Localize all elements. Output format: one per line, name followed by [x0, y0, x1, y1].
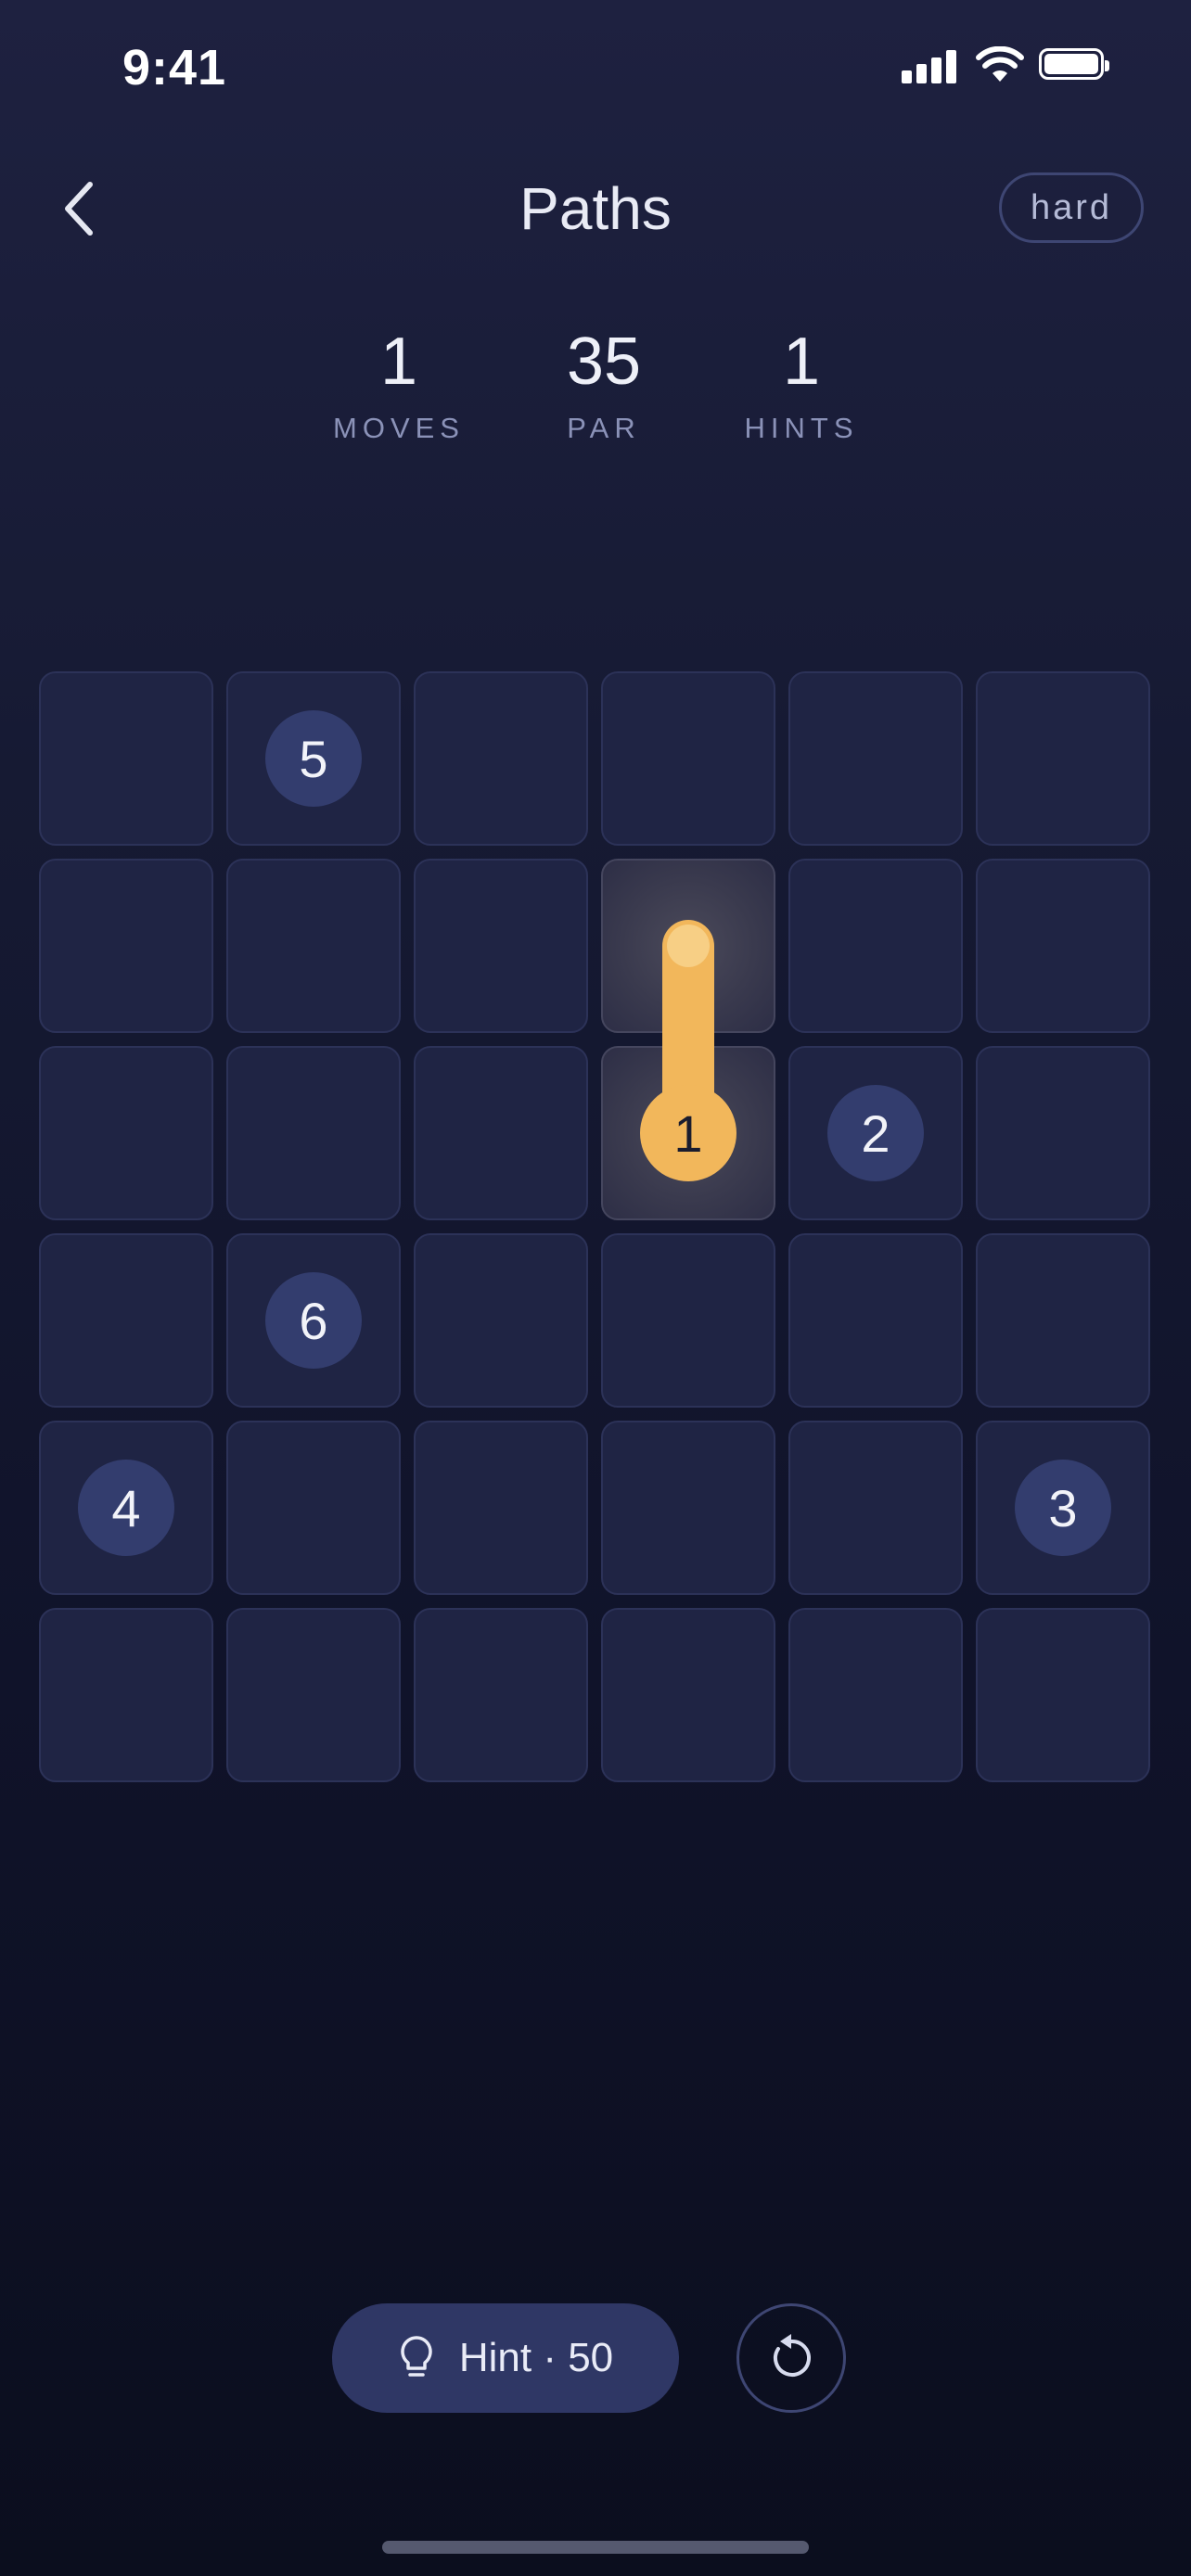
moves-value: 1	[379, 325, 418, 399]
hints-value: 1	[782, 325, 821, 399]
number-node-6[interactable]: 6	[265, 1272, 362, 1369]
home-indicator[interactable]	[382, 2541, 809, 2554]
grid-cell[interactable]	[414, 859, 588, 1033]
number-node-2[interactable]: 2	[827, 1085, 924, 1181]
grid-cell[interactable]	[226, 1421, 401, 1595]
grid-cell[interactable]	[788, 671, 963, 846]
stat-moves: 1 MOVES	[297, 325, 501, 445]
lightbulb-icon	[401, 2336, 432, 2377]
par-value: 35	[566, 325, 642, 399]
grid-cell[interactable]	[601, 671, 775, 846]
cellular-signal-icon	[902, 50, 957, 83]
grid-cell[interactable]	[39, 859, 213, 1033]
grid-cell[interactable]	[39, 671, 213, 846]
grid-cell[interactable]	[976, 671, 1150, 846]
grid-cell[interactable]	[414, 1233, 588, 1408]
hints-label: HINTS	[744, 412, 859, 444]
battery-icon	[1039, 48, 1109, 80]
grid-cell[interactable]	[414, 1421, 588, 1595]
chevron-left-icon	[65, 182, 93, 236]
stat-par: 35 PAR	[502, 325, 706, 445]
hint-button-label: Hint · 50	[458, 2335, 614, 2380]
grid-cell[interactable]	[601, 1608, 775, 1782]
number-node-1[interactable]: 1	[640, 1085, 736, 1181]
grid-cell[interactable]	[414, 1046, 588, 1220]
status-time: 9:41	[122, 40, 227, 96]
hint-button[interactable]: Hint · 50	[332, 2303, 679, 2413]
game-board[interactable]: 5 12 64 3	[39, 671, 1152, 1784]
number-node-3[interactable]: 3	[1015, 1460, 1111, 1556]
grid-cell[interactable]	[39, 1608, 213, 1782]
reset-button[interactable]	[736, 2303, 846, 2413]
difficulty-badge[interactable]: hard	[999, 172, 1144, 243]
grid-cell[interactable]	[788, 1608, 963, 1782]
grid-cell[interactable]	[414, 1608, 588, 1782]
grid-cell[interactable]	[788, 1233, 963, 1408]
number-node-5[interactable]: 5	[265, 710, 362, 807]
stat-hints: 1 HINTS	[699, 325, 903, 445]
grid-cell[interactable]	[226, 859, 401, 1033]
grid-cell[interactable]	[39, 1233, 213, 1408]
path-head[interactable]	[667, 925, 710, 967]
reset-icon	[773, 2334, 811, 2377]
grid-cell[interactable]	[226, 1608, 401, 1782]
wifi-icon	[976, 46, 1024, 82]
grid-cell[interactable]	[976, 1046, 1150, 1220]
page-title: Paths	[519, 175, 672, 242]
number-node-4[interactable]: 4	[78, 1460, 174, 1556]
grid-cell[interactable]	[976, 859, 1150, 1033]
back-button[interactable]	[46, 167, 111, 250]
grid-cell[interactable]	[601, 1421, 775, 1595]
grid-cell[interactable]	[39, 1046, 213, 1220]
moves-label: MOVES	[333, 412, 465, 444]
grid-cell[interactable]	[414, 671, 588, 846]
grid-cell[interactable]	[788, 1421, 963, 1595]
par-label: PAR	[567, 412, 641, 444]
grid-cell[interactable]	[976, 1608, 1150, 1782]
grid-cell[interactable]	[226, 1046, 401, 1220]
grid-cell[interactable]	[601, 1233, 775, 1408]
grid-cell[interactable]	[976, 1233, 1150, 1408]
grid-cell[interactable]	[788, 859, 963, 1033]
